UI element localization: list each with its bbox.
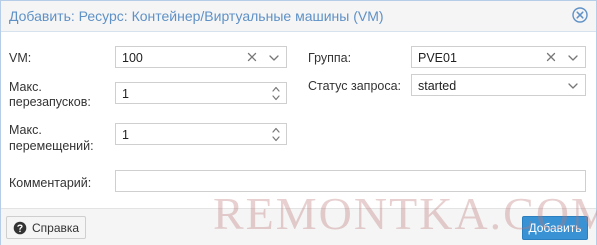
chevron-down-icon[interactable] [566,51,580,65]
dialog-title: Добавить: Ресурс: Контейнер/Виртуальные … [9,8,384,24]
request-state-value: started [418,79,457,93]
max-restarts-label-line2: перезапусков: [9,95,91,109]
add-button-label: Добавить [528,221,582,235]
spinner-updown-icon[interactable] [270,125,282,144]
group-combobox[interactable]: PVE01 [411,46,586,68]
max-restarts-value: 1 [122,87,129,101]
chevron-down-icon[interactable] [267,51,281,65]
max-relocations-label-line2: перемещений: [9,139,94,153]
max-relocations-value: 1 [122,128,129,142]
request-state-label: Статус запроса: [308,79,402,93]
dialog-footer: Справка Добавить [1,208,596,245]
help-button-label: Справка [32,221,80,235]
group-label: Группа: [308,51,352,65]
spinner-updown-icon[interactable] [270,84,282,103]
max-restarts-label-line1: Макс. [9,80,42,94]
clear-x-icon[interactable] [544,50,558,64]
group-value: PVE01 [418,51,457,65]
max-relocations-label-line1: Макс. [9,123,42,137]
vm-label: VM: [9,51,32,65]
question-circle-icon [13,221,27,235]
vm-combobox[interactable]: 100 [115,46,287,68]
add-button[interactable]: Добавить [522,216,588,240]
max-restarts-spinner-field[interactable]: 1 [115,82,287,104]
vm-value: 100 [122,51,143,65]
dialog-titlebar: Добавить: Ресурс: Контейнер/Виртуальные … [1,1,596,32]
chevron-down-icon[interactable] [566,79,580,93]
comment-input[interactable] [115,170,586,192]
max-relocations-spinner-field[interactable]: 1 [115,123,287,145]
help-button[interactable]: Справка [6,216,86,239]
add-resource-dialog: Добавить: Ресурс: Контейнер/Виртуальные … [0,0,597,245]
request-state-combobox[interactable]: started [411,74,586,96]
clear-x-icon[interactable] [245,50,259,64]
close-icon[interactable] [572,7,588,23]
comment-label: Комментарий: [9,176,92,190]
